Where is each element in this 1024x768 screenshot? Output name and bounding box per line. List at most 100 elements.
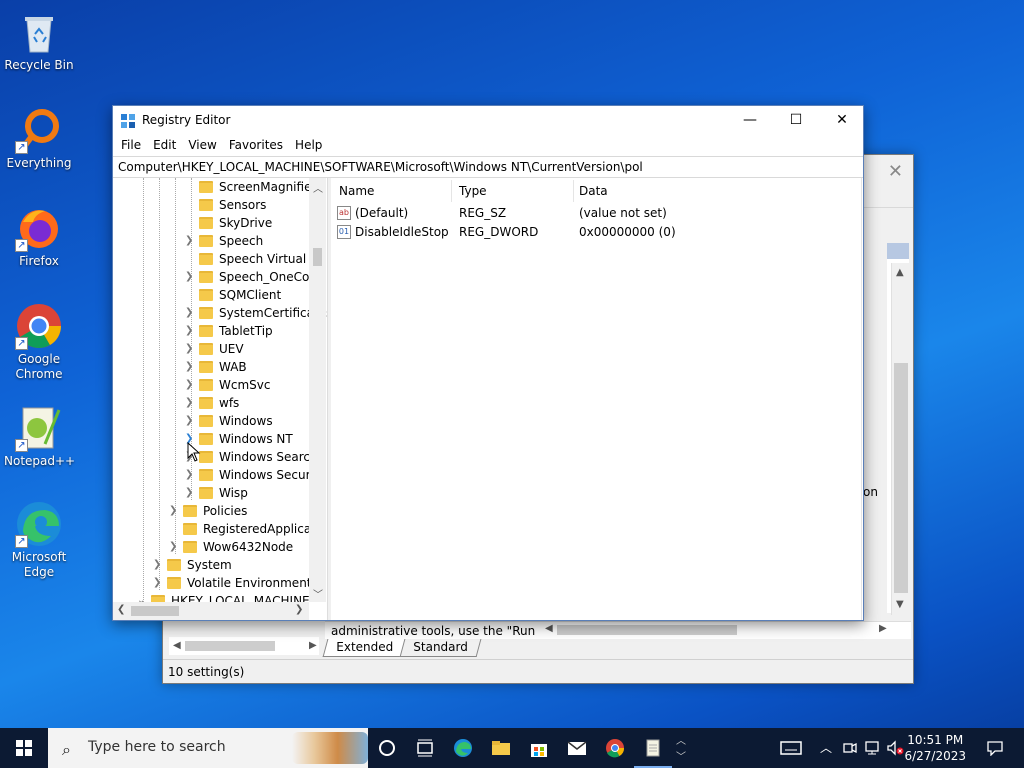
taskbar-edge[interactable] bbox=[444, 728, 482, 768]
desktop-icon-chrome[interactable]: ↗ Google Chrome bbox=[4, 302, 74, 382]
scrollbar-thumb[interactable] bbox=[894, 363, 908, 593]
scrollbar-thumb[interactable] bbox=[557, 625, 737, 635]
menu-help[interactable]: Help bbox=[289, 134, 328, 156]
taskbar-notepad[interactable] bbox=[634, 728, 672, 768]
scroll-down-icon[interactable]: ﹀ bbox=[313, 586, 323, 601]
taskbar-scroll[interactable]: ︿ ﹀ bbox=[672, 728, 692, 768]
network-icon[interactable] bbox=[864, 740, 882, 756]
cortana-button[interactable] bbox=[368, 728, 406, 768]
tree-horizontal-scrollbar[interactable]: ❮ ❯ bbox=[113, 602, 309, 620]
desktop-icon-edge[interactable]: ↗ Microsoft Edge bbox=[4, 500, 74, 580]
taskbar-store[interactable] bbox=[520, 728, 558, 768]
chevron-right-icon[interactable]: ❯ bbox=[185, 376, 195, 394]
scroll-right-icon[interactable]: ❯ bbox=[295, 604, 303, 615]
value-row[interactable]: ab (Default) REG_SZ (value not set) bbox=[337, 204, 857, 222]
desktop-icon-label: Everything bbox=[6, 156, 72, 170]
folder-icon bbox=[199, 487, 213, 499]
search-highlight-image bbox=[292, 732, 368, 764]
taskbar-chrome[interactable] bbox=[596, 728, 634, 768]
chevron-right-icon[interactable]: ❯ bbox=[185, 412, 195, 430]
scroll-left-icon[interactable]: ◀ bbox=[173, 640, 181, 651]
menu-edit[interactable]: Edit bbox=[147, 134, 182, 156]
tab-extended[interactable]: Extended bbox=[322, 639, 407, 657]
desktop-icon-firefox[interactable]: ↗ Firefox bbox=[4, 204, 74, 269]
value-name: DisableIdleStop bbox=[355, 225, 449, 239]
chevron-right-icon[interactable]: ❯ bbox=[185, 304, 195, 322]
menu-view[interactable]: View bbox=[182, 134, 222, 156]
folder-icon bbox=[183, 541, 197, 553]
title-bar[interactable]: Registry Editor — ☐ ✕ bbox=[113, 106, 863, 134]
folder-icon bbox=[199, 361, 213, 373]
task-view-button[interactable] bbox=[406, 728, 444, 768]
window-title: Registry Editor bbox=[142, 113, 231, 127]
taskbar-file-explorer[interactable] bbox=[482, 728, 520, 768]
chevron-right-icon[interactable]: ❯ bbox=[169, 502, 179, 520]
scrollbar-thumb[interactable] bbox=[185, 641, 275, 651]
keyboard-icon[interactable] bbox=[780, 739, 802, 757]
desktop-icon-recycle-bin[interactable]: Recycle Bin bbox=[4, 8, 74, 73]
folder-icon bbox=[199, 415, 213, 427]
menu-file[interactable]: File bbox=[115, 134, 147, 156]
value-row[interactable]: 01 DisableIdleStop REG_DWORD 0x00000000 … bbox=[337, 223, 857, 241]
taskbar-clock[interactable]: 10:51 PM 6/27/2023 bbox=[904, 732, 966, 764]
tab-standard[interactable]: Standard bbox=[399, 639, 482, 657]
column-header-data[interactable]: Data bbox=[579, 182, 608, 200]
clock-date: 6/27/2023 bbox=[904, 749, 966, 763]
scroll-up-icon[interactable]: ︿ bbox=[313, 180, 323, 195]
tree-vertical-scrollbar[interactable]: ︿ ﹀ bbox=[309, 178, 326, 602]
registry-editor-icon bbox=[120, 113, 136, 129]
chevron-right-icon[interactable]: ❯ bbox=[185, 358, 195, 376]
column-header-type[interactable]: Type bbox=[459, 182, 487, 200]
folder-icon bbox=[199, 451, 213, 463]
chevron-up-icon[interactable]: ︿ bbox=[676, 732, 686, 747]
column-header-name[interactable]: Name bbox=[339, 182, 374, 200]
taskbar-search-box[interactable]: ⌕ Type here to search bbox=[48, 728, 368, 768]
scroll-down-icon[interactable]: ▼ bbox=[896, 599, 904, 610]
desktop-icon-notepadpp[interactable]: ↗ Notepad++ bbox=[4, 404, 76, 469]
divider bbox=[861, 178, 862, 620]
chevron-right-icon[interactable]: ❯ bbox=[169, 538, 179, 556]
chevron-right-icon[interactable]: ❯ bbox=[153, 574, 163, 592]
taskbar-mail[interactable] bbox=[558, 728, 596, 768]
chevron-down-icon[interactable]: ﹀ bbox=[676, 748, 686, 763]
vertical-scrollbar[interactable]: ▲ ▼ bbox=[891, 263, 909, 615]
folder-icon bbox=[199, 469, 213, 481]
chevron-right-icon[interactable]: ❯ bbox=[153, 556, 163, 574]
column-separator[interactable] bbox=[573, 180, 574, 202]
chevron-right-icon[interactable]: ❯ bbox=[185, 484, 195, 502]
scrollbar-thumb[interactable] bbox=[313, 248, 322, 266]
close-icon[interactable]: ✕ bbox=[888, 161, 903, 182]
maximize-button[interactable]: ☐ bbox=[773, 106, 819, 134]
folder-icon bbox=[199, 343, 213, 355]
chevron-right-icon[interactable]: ❯ bbox=[185, 340, 195, 358]
scroll-right-icon[interactable]: ▶ bbox=[879, 623, 887, 634]
registry-editor-window: Registry Editor — ☐ ✕ File Edit View Fav… bbox=[112, 105, 864, 621]
start-button[interactable] bbox=[0, 728, 48, 768]
chevron-right-icon[interactable]: ❯ bbox=[185, 268, 195, 286]
chevron-right-icon[interactable]: ❯ bbox=[185, 322, 195, 340]
scroll-up-icon[interactable]: ▲ bbox=[896, 267, 904, 278]
scroll-left-icon[interactable]: ◀ bbox=[545, 623, 553, 634]
close-button[interactable]: ✕ bbox=[819, 106, 865, 134]
store-icon bbox=[531, 744, 547, 757]
notifications-icon[interactable] bbox=[986, 740, 1004, 756]
scroll-left-icon[interactable]: ❮ bbox=[117, 604, 125, 615]
windows-logo-icon bbox=[16, 740, 32, 756]
menu-favorites[interactable]: Favorites bbox=[223, 134, 289, 156]
minimize-button[interactable]: — bbox=[727, 106, 773, 134]
desktop-icon-everything[interactable]: ↗ Everything bbox=[4, 106, 74, 171]
address-bar[interactable]: Computer\HKEY_LOCAL_MACHINE\SOFTWARE\Mic… bbox=[113, 156, 863, 178]
chevron-right-icon[interactable]: ❯ bbox=[185, 394, 195, 412]
column-separator[interactable] bbox=[451, 180, 452, 202]
chevron-right-icon[interactable]: ❯ bbox=[185, 466, 195, 484]
left-horizontal-scrollbar[interactable]: ◀ ▶ bbox=[169, 637, 319, 655]
chevron-right-icon[interactable]: ❯ bbox=[185, 232, 195, 250]
tree-guide-line bbox=[143, 178, 144, 620]
horizontal-scrollbar[interactable]: ◀ ▶ bbox=[543, 621, 893, 637]
meet-now-icon[interactable] bbox=[842, 740, 858, 756]
scroll-right-icon[interactable]: ▶ bbox=[309, 640, 317, 651]
chevron-up-icon[interactable]: ︿ bbox=[820, 739, 832, 756]
volume-muted-icon[interactable] bbox=[886, 740, 904, 756]
scrollbar-thumb[interactable] bbox=[131, 606, 179, 616]
desktop-icon-label: Notepad++ bbox=[4, 454, 76, 468]
